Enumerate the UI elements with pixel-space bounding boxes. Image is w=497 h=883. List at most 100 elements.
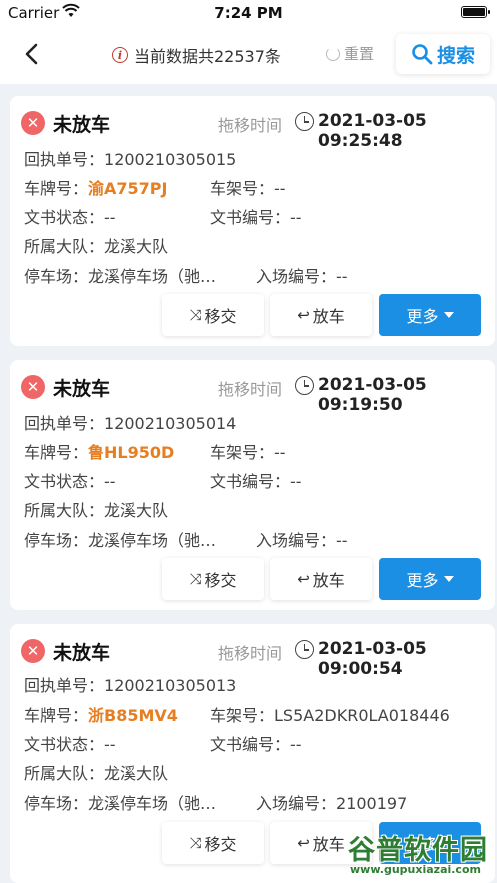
doc-no-value: --	[290, 472, 302, 491]
shuffle-icon: ⤨	[189, 834, 202, 852]
receipt-row: 回执单号：1200210305015	[24, 146, 236, 170]
frame-label: 车架号：	[210, 179, 275, 198]
shuffle-icon: ⤨	[189, 306, 202, 324]
plate-value: 浙B85MV4	[88, 706, 178, 725]
doc-no-label: 文书编号：	[210, 735, 291, 754]
entry-no-label: 入场编号：	[256, 267, 337, 286]
doc-status-label: 文书状态：	[24, 472, 105, 491]
doc-no-row: 文书编号：--	[210, 204, 302, 228]
lot-value: 龙溪停车场（驰…	[88, 531, 217, 550]
plate-label: 车牌号：	[24, 443, 89, 462]
release-button[interactable]: ↩ 放车	[270, 294, 372, 336]
transfer-label: 移交	[204, 571, 237, 590]
frame-value: LS5A2DKR0LA018446	[274, 706, 450, 725]
close-circle-icon: ✕	[21, 639, 45, 663]
watermark-title: 谷普软件园	[348, 835, 488, 866]
site-watermark: 谷普软件园 www.gupuxiazai.com	[340, 826, 497, 883]
release-button[interactable]: ↩ 放车	[270, 558, 372, 600]
entry-no-label: 入场编号：	[256, 794, 337, 813]
entry-no-label: 入场编号：	[256, 531, 337, 550]
team-label: 所属大队：	[24, 764, 105, 783]
receipt-row: 回执单号：1200210305013	[24, 672, 236, 696]
entry-no-value: 2100197	[336, 794, 408, 813]
doc-status-value: --	[104, 472, 116, 491]
lot-label: 停车场：	[24, 267, 89, 286]
release-status: 未放车	[53, 114, 111, 136]
team-row: 所属大队：龙溪大队	[24, 760, 168, 784]
receipt-value: 1200210305015	[104, 150, 237, 169]
doc-status-label: 文书状态：	[24, 735, 105, 754]
watermark-url: www.gupuxiazai.com	[350, 863, 481, 876]
lot-row: 停车场：龙溪停车场（驰…	[24, 263, 216, 287]
entry-no-row: 入场编号：--	[256, 527, 348, 551]
tow-time-label: 拖移时间	[218, 644, 283, 663]
receipt-value: 1200210305013	[104, 676, 237, 695]
frame-row: 车架号：LS5A2DKR0LA018446	[210, 702, 450, 726]
plate-label: 车牌号：	[24, 706, 89, 725]
search-label: 搜索	[436, 44, 475, 67]
record-card: ✕ 未放车 拖移时间 2021-03-05 09:25:48 回执单号：1200…	[10, 96, 495, 346]
frame-value: --	[274, 443, 286, 462]
entry-no-row: 入场编号：2100197	[256, 790, 407, 814]
doc-status-value: --	[104, 208, 116, 227]
transfer-label: 移交	[204, 307, 237, 326]
lot-value: 龙溪停车场（驰…	[88, 794, 217, 813]
team-value: 龙溪大队	[104, 237, 169, 256]
close-circle-icon: ✕	[21, 111, 45, 135]
search-icon	[412, 44, 433, 65]
transfer-button[interactable]: ⤨ 移交	[162, 294, 264, 336]
nav-bar: i 当前数据共22537条 重置 搜索	[0, 26, 497, 84]
doc-status-row: 文书状态：--	[24, 468, 116, 492]
more-button[interactable]: 更多	[379, 294, 481, 336]
reset-button[interactable]: 重置	[326, 43, 374, 64]
team-row: 所属大队：龙溪大队	[24, 497, 168, 521]
receipt-value: 1200210305014	[104, 414, 237, 433]
undo-icon: ↩	[297, 306, 310, 324]
team-label: 所属大队：	[24, 501, 105, 520]
refresh-icon	[326, 46, 340, 61]
more-label: 更多	[406, 307, 439, 326]
tow-time-value: 2021-03-05 09:25:48	[318, 111, 427, 151]
search-button[interactable]: 搜索	[396, 34, 490, 74]
clock-icon	[295, 376, 314, 395]
tow-time-value: 2021-03-05 09:19:50	[318, 375, 427, 415]
frame-label: 车架号：	[210, 443, 275, 462]
plate-value: 鲁HL950D	[88, 443, 175, 462]
close-circle-icon: ✕	[21, 375, 45, 399]
transfer-button[interactable]: ⤨ 移交	[162, 558, 264, 600]
battery-icon	[461, 6, 490, 18]
doc-no-value: --	[290, 208, 302, 227]
entry-no-value: --	[336, 531, 348, 550]
transfer-button[interactable]: ⤨ 移交	[162, 822, 264, 864]
team-value: 龙溪大队	[104, 764, 169, 783]
status-bar: Carrier 7:24 PM	[0, 0, 497, 26]
tow-time-label: 拖移时间	[218, 380, 283, 399]
doc-no-row: 文书编号：--	[210, 731, 302, 755]
doc-no-value: --	[290, 735, 302, 754]
frame-label: 车架号：	[210, 706, 275, 725]
frame-value: --	[274, 179, 286, 198]
plate-row: 车牌号：渝A757PJ	[24, 175, 167, 199]
clock-icon	[295, 112, 314, 131]
receipt-row: 回执单号：1200210305014	[24, 410, 236, 434]
entry-no-row: 入场编号：--	[256, 263, 348, 287]
more-button[interactable]: 更多	[379, 558, 481, 600]
back-arrow-icon[interactable]	[18, 40, 46, 68]
release-status: 未放车	[53, 642, 111, 664]
reset-label: 重置	[344, 45, 375, 63]
plate-row: 车牌号：鲁HL950D	[24, 439, 174, 463]
plate-row: 车牌号：浙B85MV4	[24, 702, 178, 726]
entry-no-value: --	[336, 267, 348, 286]
lot-value: 龙溪停车场（驰…	[88, 267, 217, 286]
more-label: 更多	[406, 571, 439, 590]
release-label: 放车	[312, 307, 345, 326]
undo-icon: ↩	[297, 570, 310, 588]
receipt-label: 回执单号：	[24, 676, 105, 695]
record-card: ✕ 未放车 拖移时间 2021-03-05 09:19:50 回执单号：1200…	[10, 360, 495, 610]
doc-status-label: 文书状态：	[24, 208, 105, 227]
lot-label: 停车场：	[24, 531, 89, 550]
release-label: 放车	[312, 571, 345, 590]
shuffle-icon: ⤨	[189, 570, 202, 588]
release-status: 未放车	[53, 378, 111, 400]
doc-status-value: --	[104, 735, 116, 754]
